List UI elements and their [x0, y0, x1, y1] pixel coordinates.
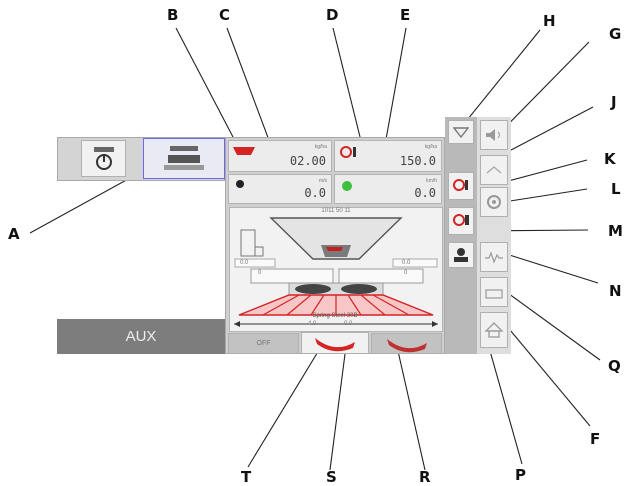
level-gauge-foot	[254, 246, 264, 257]
callout-t: T	[241, 468, 252, 486]
leader-b	[175, 27, 234, 138]
home-icon	[484, 322, 504, 338]
shield-icon	[453, 127, 469, 138]
callout-m: M	[608, 222, 623, 240]
off-tab[interactable]: OFF	[228, 333, 299, 354]
scale-right-value: 0.0	[344, 321, 353, 327]
left-section-tab[interactable]	[301, 332, 369, 354]
aux-bar[interactable]: AUX	[57, 319, 225, 354]
left-disc-box	[250, 268, 334, 284]
left-rate-unit: kg/ha	[314, 144, 327, 150]
callout-k: K	[604, 150, 616, 168]
right-rate-unit: kg/ha	[424, 144, 437, 150]
leader-t	[247, 349, 320, 468]
left-section-icon	[315, 338, 355, 352]
callout-b: B	[167, 6, 179, 24]
right-disc-box	[338, 268, 424, 284]
callout-g: G	[609, 25, 622, 43]
right-rate-value: 150.0	[399, 154, 436, 168]
power-button[interactable]	[81, 140, 126, 177]
spread-width-caption: Spring Steel 30B	[312, 313, 358, 319]
callout-j: J	[611, 93, 617, 111]
leader-d	[332, 27, 364, 150]
callout-h: H	[543, 12, 556, 30]
left-rate-icon	[233, 147, 255, 155]
application-rate-right-cell[interactable]: kg/ha 150.0	[334, 140, 442, 172]
callout-f: F	[590, 430, 601, 448]
j-button[interactable]	[480, 155, 508, 185]
disc-icon	[236, 180, 244, 188]
left-rate-value: 02.00	[289, 154, 326, 168]
operator-icon	[454, 248, 468, 262]
tray-icon	[485, 289, 503, 299]
off-tab-label: OFF	[256, 340, 271, 347]
right-column	[445, 117, 477, 354]
scale-left-value: 4.0	[308, 321, 317, 327]
right-disc-value: 0	[404, 270, 408, 276]
l-button[interactable]	[480, 187, 508, 217]
right-level-readout: 0.0	[402, 260, 411, 266]
left-disc	[295, 284, 331, 294]
section-one-icon	[453, 179, 468, 191]
callout-r: R	[419, 468, 431, 486]
callout-n: N	[609, 282, 622, 300]
disc-speed-unit: m/s	[318, 178, 327, 184]
callout-q: Q	[608, 357, 621, 375]
ground-speed-cell[interactable]: km/h 0.0	[334, 174, 442, 204]
width-scale-bar	[234, 321, 438, 327]
h-button[interactable]	[448, 120, 474, 144]
gear-icon	[487, 195, 501, 209]
hopper-logo	[326, 247, 343, 251]
g-button[interactable]	[480, 120, 508, 150]
callout-c: C	[219, 6, 231, 24]
left-disc-value: 0	[258, 270, 262, 276]
right-section-tab[interactable]	[371, 333, 442, 354]
power-icon	[93, 146, 114, 170]
right-readout-strip	[392, 258, 438, 268]
q-button[interactable]	[480, 277, 508, 307]
arrow-icon	[486, 166, 502, 174]
callout-e: E	[400, 6, 411, 24]
right-disc	[341, 284, 377, 294]
disc-speed-cell[interactable]: m/s 0.0	[228, 174, 332, 204]
callout-p: P	[515, 466, 526, 484]
leader-h	[458, 29, 541, 131]
spreader-mode-button[interactable]	[143, 138, 225, 179]
aux-label: AUX	[125, 328, 157, 345]
level-gauge	[240, 229, 256, 257]
disc-speed-value: 0.0	[304, 186, 326, 200]
callout-l: L	[611, 180, 621, 198]
f-button[interactable]	[480, 312, 508, 348]
application-rate-left-cell[interactable]: kg/ha 02.00	[228, 140, 332, 172]
right-rate-icon	[340, 146, 356, 158]
leader-l	[509, 188, 588, 202]
ground-speed-icon	[342, 181, 352, 191]
speaker-icon	[486, 129, 500, 141]
k-button[interactable]	[448, 172, 474, 200]
m-button[interactable]	[448, 207, 474, 235]
callout-a: A	[8, 225, 20, 243]
callout-s: S	[326, 468, 337, 486]
waveform-icon	[485, 251, 503, 264]
ground-speed-unit: km/h	[426, 178, 437, 184]
leader-q	[504, 290, 601, 361]
right-section-icon	[386, 338, 427, 352]
left-level-readout: 0.0	[240, 260, 249, 266]
spreader-icon	[164, 145, 204, 170]
ground-speed-value: 0.0	[414, 186, 436, 200]
leader-n	[502, 252, 599, 284]
section-two-icon	[453, 214, 469, 226]
callout-d: D	[326, 6, 339, 24]
n-button[interactable]	[480, 242, 508, 272]
p-button[interactable]	[448, 242, 474, 268]
